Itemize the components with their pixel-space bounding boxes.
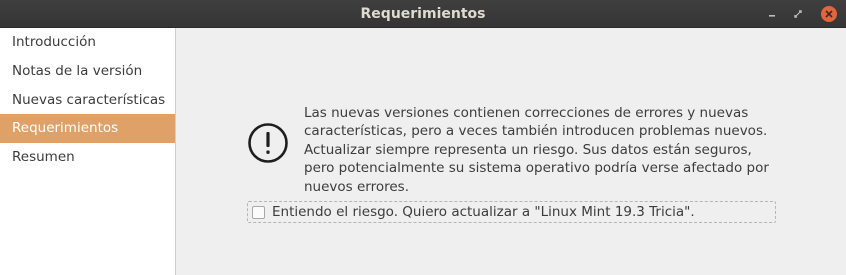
minimize-icon[interactable] xyxy=(764,6,780,22)
accept-risk-checkbox[interactable] xyxy=(252,206,265,219)
close-icon[interactable] xyxy=(820,5,838,23)
upgrade-window: Requerimientos Introducción Notas de la … xyxy=(0,0,846,275)
warning-exclamation-icon xyxy=(248,123,288,163)
window-title: Requerimientos xyxy=(360,6,486,22)
risk-message: Las nuevas versiones contienen correccio… xyxy=(304,104,774,196)
title-bar[interactable]: Requerimientos xyxy=(0,0,846,28)
accept-risk-label[interactable]: Entiendo el riesgo. Quiero actualizar a … xyxy=(272,204,695,220)
message-line: características, pero a veces también in… xyxy=(304,123,768,140)
sidebar: Introducción Notas de la versión Nuevas … xyxy=(0,28,176,275)
sidebar-item-notas-de-la-version[interactable]: Notas de la versión xyxy=(0,57,175,86)
message-line: pero potencialmente su sistema operativo… xyxy=(304,160,769,177)
accept-risk-checkbox-row[interactable]: Entiendo el riesgo. Quiero actualizar a … xyxy=(247,201,776,223)
sidebar-item-resumen[interactable]: Resumen xyxy=(0,143,175,172)
sidebar-item-nuevas-caracteristicas[interactable]: Nuevas características xyxy=(0,86,175,115)
message-line: Las nuevas versiones contienen correccio… xyxy=(304,105,749,121)
message-line: Actualizar siempre representa un riesgo.… xyxy=(304,141,752,158)
content-panel: Las nuevas versiones contienen correccio… xyxy=(177,28,846,275)
sidebar-item-introduccion[interactable]: Introducción xyxy=(0,28,175,57)
sidebar-item-requerimientos[interactable]: Requerimientos xyxy=(0,114,175,143)
maximize-icon[interactable] xyxy=(790,6,806,22)
message-line: nuevos errores. xyxy=(304,178,410,195)
